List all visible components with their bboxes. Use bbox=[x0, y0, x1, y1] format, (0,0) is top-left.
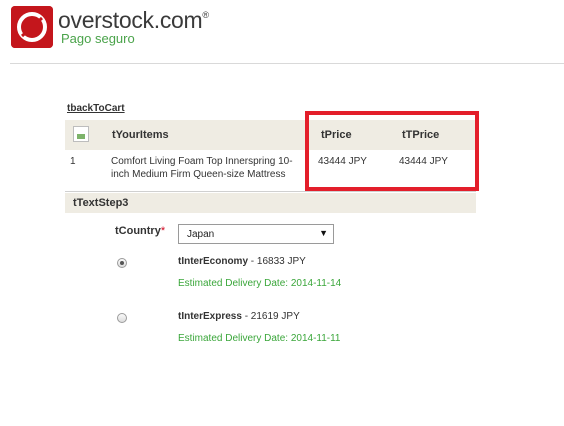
price-highlight-box bbox=[305, 111, 479, 191]
secure-payment-subtitle: Pago seguro bbox=[61, 31, 135, 46]
shipping-option-express-label: tInterExpress - 21619 JPY bbox=[178, 311, 300, 322]
broken-image-icon bbox=[73, 126, 89, 142]
row-divider bbox=[65, 191, 476, 192]
required-asterisk: * bbox=[160, 225, 166, 237]
dropdown-arrow-icon: ▼ bbox=[319, 228, 328, 238]
shipping-option-economy-radio[interactable] bbox=[117, 258, 127, 268]
country-select[interactable]: Japan ▼ bbox=[178, 224, 334, 244]
overstock-logo-icon bbox=[11, 6, 53, 48]
item-quantity: 1 bbox=[70, 156, 76, 167]
items-column-header: tYourItems bbox=[112, 129, 169, 141]
step3-header: tTextStep3 bbox=[65, 193, 476, 213]
shipping-option-express-eta: Estimated Delivery Date: 2014-11-11 bbox=[178, 333, 341, 344]
item-name: Comfort Living Foam Top Innerspring 10- … bbox=[111, 156, 293, 180]
country-label: tCountry* bbox=[115, 225, 166, 237]
country-selected-value: Japan bbox=[187, 229, 215, 240]
shipping-option-economy-eta: Estimated Delivery Date: 2014-11-14 bbox=[178, 278, 342, 289]
shipping-option-economy-label: tInterEconomy - 16833 JPY bbox=[178, 256, 306, 267]
brand-name: overstock.com® bbox=[58, 7, 209, 33]
step3-title: tTextStep3 bbox=[73, 197, 129, 209]
header-divider bbox=[10, 63, 564, 64]
back-to-cart-link[interactable]: tbackToCart bbox=[67, 103, 125, 114]
shipping-option-express-radio[interactable] bbox=[117, 313, 127, 323]
